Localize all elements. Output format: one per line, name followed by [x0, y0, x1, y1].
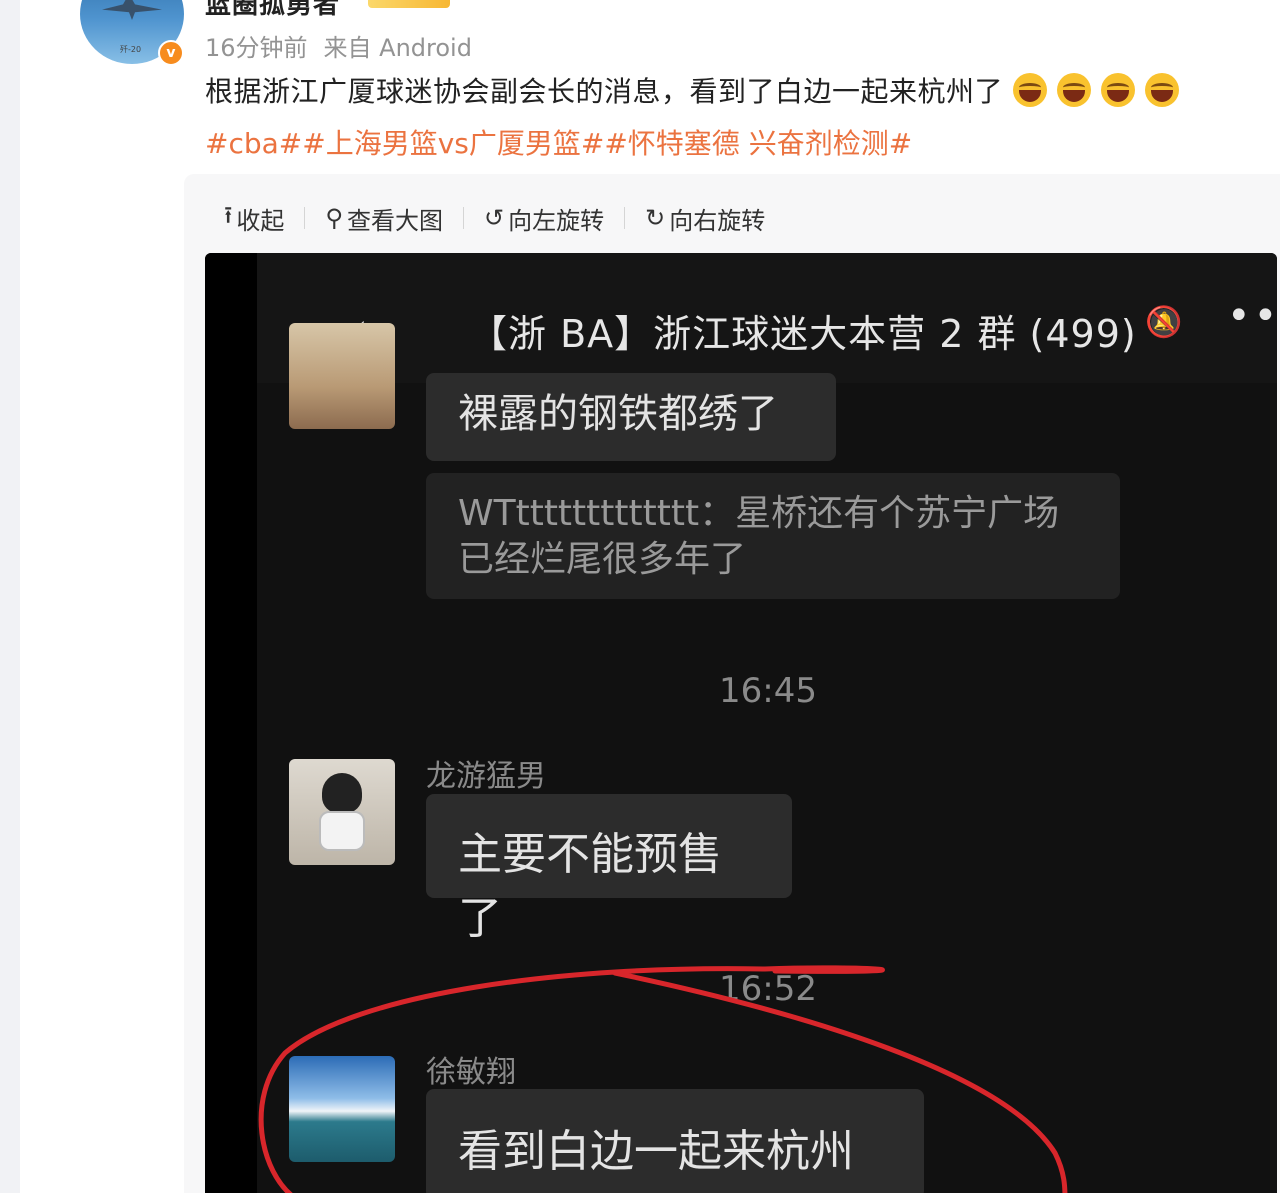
image-toolbar: ⭱ 收起 ⚲ 查看大图 ↺ 向左旋转 ↻ 向右旋转 — [224, 200, 765, 236]
chat-message: 看到白边一起来杭州了 — [426, 1089, 924, 1193]
chat-sender-name: 徐敏翔 — [426, 1055, 516, 1090]
quoted-message: WTttttttttttttt：星桥还有个苏宁广场已经烂尾很多年了 — [426, 473, 1120, 599]
chat-avatar — [289, 323, 395, 429]
mute-icon: 🔕 — [1145, 305, 1183, 340]
post-text: 根据浙江广厦球迷协会副会长的消息，看到了白边一起来杭州了 — [205, 70, 1180, 110]
chat-message: 主要不能预售了 — [426, 794, 792, 944]
view-large-label: 查看大图 — [346, 206, 443, 235]
chat-screenshot-image[interactable]: ‹ 【浙 BA】浙江球迷大本营 2 群 (499) 🔕 ••• 裸露的钢铁都绣了… — [205, 253, 1277, 1193]
chat-title: 【浙 BA】浙江球迷大本营 2 群 (499) — [469, 312, 1137, 356]
laugh-emoji-icon — [1013, 73, 1048, 107]
toolbar-divider — [304, 207, 306, 229]
robot-head — [322, 773, 362, 813]
verified-badge-icon: v — [158, 40, 184, 66]
upload-icon: ⭱ — [224, 200, 233, 229]
rotate-left-icon: ↺ — [483, 204, 505, 232]
rotate-right-icon: ↻ — [645, 204, 666, 232]
laugh-emoji-icon — [1101, 73, 1136, 107]
chat-message: 裸露的钢铁都绣了 — [426, 373, 836, 461]
rotate-right-label: 向右旋转 — [669, 206, 766, 235]
image-viewer-panel: ⭱ 收起 ⚲ 查看大图 ↺ 向左旋转 ↻ 向右旋转 ‹ 【浙 BA】浙江球迷大本… — [184, 174, 1280, 1193]
chat-avatar — [289, 759, 395, 865]
username[interactable]: 篮圈孤勇者 — [205, 0, 340, 21]
user-level-badge — [368, 0, 450, 8]
laugh-emoji-icon — [1057, 73, 1092, 107]
toolbar-divider — [462, 207, 464, 229]
chat-avatar — [289, 1056, 395, 1162]
toolbar-divider — [624, 207, 626, 229]
chat-timestamp: 16:52 — [719, 969, 817, 1009]
chat-sender-name: 龙游猛男 — [426, 759, 546, 794]
rotate-left-label: 向左旋转 — [508, 206, 605, 235]
view-large-button[interactable]: ⚲ 查看大图 — [325, 200, 443, 236]
collapse-label: 收起 — [236, 206, 285, 235]
jet-icon — [102, 0, 162, 20]
rotate-left-button[interactable]: ↺ 向左旋转 — [484, 200, 604, 236]
collapse-button[interactable]: ⭱ 收起 — [224, 200, 284, 236]
post-text-content: 根据浙江广厦球迷协会副会长的消息，看到了白边一起来杭州了 — [205, 75, 1004, 108]
rotate-right-button[interactable]: ↻ 向右旋转 — [645, 200, 765, 236]
post-source: 来自 Android — [323, 34, 472, 62]
post-meta: 16分钟前 来自 Android — [205, 28, 472, 63]
avatar-tag: 歼-20 — [120, 45, 142, 54]
robot-body — [319, 811, 365, 851]
post-time[interactable]: 16分钟前 — [205, 34, 308, 62]
post-hashtags[interactable]: #cba##上海男篮vs广厦男篮##怀特塞德 兴奋剂检测# — [205, 122, 912, 162]
chat-timestamp: 16:45 — [719, 671, 817, 711]
chat-header: ‹ 【浙 BA】浙江球迷大本营 2 群 (499) 🔕 ••• — [257, 253, 1277, 383]
search-icon: ⚲ — [325, 204, 343, 232]
laugh-emoji-icon — [1145, 73, 1180, 107]
screenshot-left-border — [205, 253, 257, 1193]
more-icon: ••• — [1227, 293, 1277, 339]
